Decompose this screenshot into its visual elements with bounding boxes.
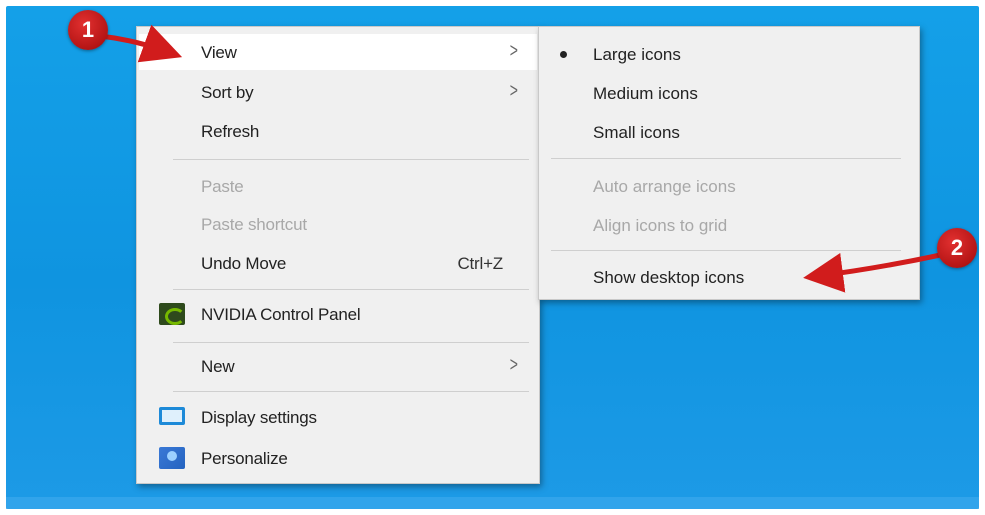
menu-separator (173, 289, 529, 290)
display-icon (159, 407, 185, 425)
menu-item-label: Refresh (201, 122, 260, 141)
menu-item-label: View (201, 43, 237, 62)
submenu-item-label: Large icons (593, 45, 681, 64)
view-submenu: Large icons Medium icons Small icons Aut… (538, 26, 920, 300)
submenu-separator (551, 250, 901, 251)
menu-separator (173, 159, 529, 160)
menu-separator (173, 342, 529, 343)
menu-item-label: NVIDIA Control Panel (201, 305, 361, 324)
submenu-item-medium-icons[interactable]: Medium icons (541, 75, 917, 111)
menu-item-sort-by[interactable]: Sort by > (139, 74, 537, 110)
menu-item-label: Personalize (201, 449, 288, 468)
menu-item-new[interactable]: New > (139, 348, 537, 384)
nvidia-icon (159, 303, 185, 325)
chevron-right-icon: > (509, 354, 518, 376)
chevron-right-icon: > (509, 40, 518, 62)
submenu-item-small-icons[interactable]: Small icons (541, 114, 917, 150)
menu-item-label: Paste (201, 177, 244, 196)
menu-item-view[interactable]: View > (139, 34, 537, 70)
taskbar-edge (6, 497, 979, 509)
chevron-right-icon: > (509, 80, 518, 102)
menu-item-label: Sort by (201, 83, 254, 102)
context-menu: View > Sort by > Refresh Paste Paste sho… (136, 26, 540, 484)
menu-item-label: Display settings (201, 408, 317, 427)
personalize-icon (159, 447, 185, 469)
submenu-item-auto-arrange-icons: Auto arrange icons (541, 168, 917, 204)
menu-item-refresh[interactable]: Refresh (139, 113, 537, 149)
submenu-item-label: Align icons to grid (593, 216, 728, 235)
menu-separator (173, 391, 529, 392)
menu-item-label: Undo Move (201, 254, 287, 273)
submenu-item-align-icons-to-grid: Align icons to grid (541, 207, 917, 243)
menu-item-label: New (201, 357, 235, 376)
submenu-item-label: Medium icons (593, 84, 698, 103)
callout-badge-1: 1 (68, 10, 108, 50)
submenu-item-show-desktop-icons[interactable]: Show desktop icons (541, 259, 917, 295)
radio-bullet-icon (560, 51, 567, 58)
menu-item-undo-move[interactable]: Undo Move Ctrl+Z (139, 245, 537, 281)
menu-item-personalize[interactable]: Personalize (139, 440, 537, 476)
submenu-item-large-icons[interactable]: Large icons (541, 36, 917, 72)
submenu-item-label: Show desktop icons (593, 268, 745, 287)
menu-item-paste-shortcut: Paste shortcut (139, 206, 537, 242)
menu-item-paste: Paste (139, 168, 537, 204)
menu-item-display-settings[interactable]: Display settings (139, 399, 537, 435)
submenu-item-label: Auto arrange icons (593, 177, 736, 196)
callout-badge-2: 2 (937, 228, 977, 268)
submenu-separator (551, 158, 901, 159)
menu-item-nvidia-control-panel[interactable]: NVIDIA Control Panel (139, 296, 537, 332)
shortcut-label: Ctrl+Z (457, 254, 503, 273)
submenu-item-label: Small icons (593, 123, 680, 142)
menu-item-label: Paste shortcut (201, 215, 307, 234)
